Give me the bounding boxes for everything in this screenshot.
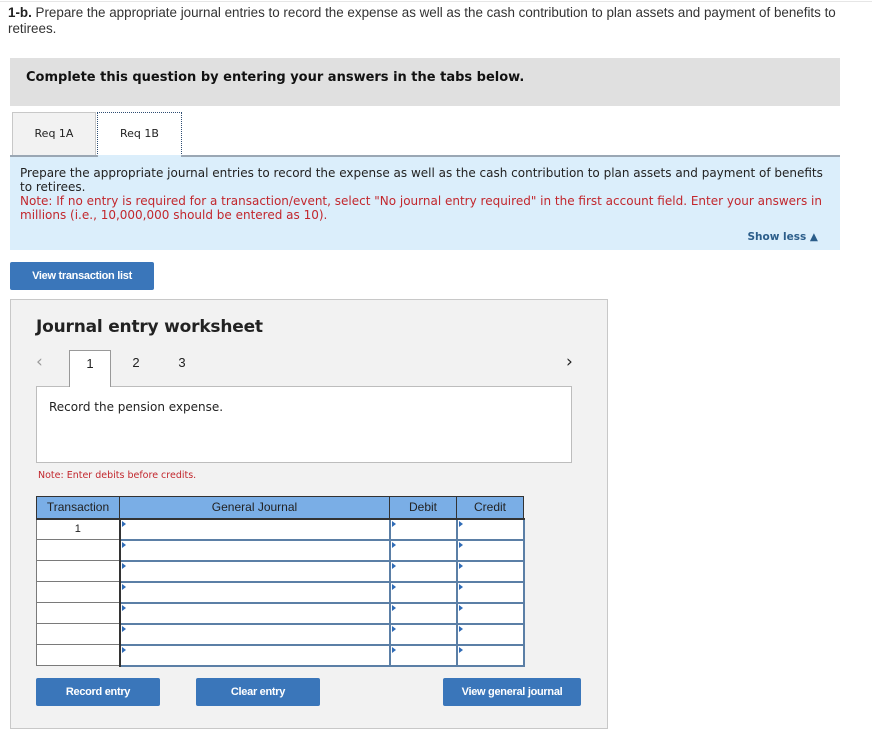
tab-req-1b[interactable]: Req 1B [97, 112, 182, 156]
account-field[interactable] [118, 517, 391, 541]
info-note: Note: If no entry is required for a tran… [20, 194, 822, 222]
account-field[interactable] [118, 643, 391, 667]
info-content: Prepare the appropriate journal entries … [20, 166, 830, 222]
credit-field[interactable] [455, 643, 525, 667]
record-entry-button[interactable]: Record entry [36, 678, 160, 706]
debit-field[interactable] [388, 538, 458, 562]
question-text: Prepare the appropriate journal entries … [8, 5, 836, 36]
table-row [36, 538, 525, 562]
credit-field[interactable] [455, 580, 525, 604]
worksheet-title: Journal entry worksheet [36, 317, 263, 337]
table-row [36, 643, 525, 667]
credit-field[interactable] [455, 622, 525, 646]
chevron-right-icon[interactable]: › [566, 352, 573, 372]
account-field[interactable] [118, 559, 391, 583]
account-field[interactable] [118, 538, 391, 562]
debit-field[interactable] [388, 601, 458, 625]
chevron-left-icon[interactable]: ‹ [36, 352, 43, 372]
debit-field[interactable] [388, 517, 458, 541]
transaction-number [36, 644, 121, 666]
header-general-journal: General Journal [119, 496, 390, 520]
table-row: 1 [36, 517, 525, 541]
table-row [36, 580, 525, 604]
view-general-journal-button[interactable]: View general journal [443, 678, 581, 706]
header-transaction: Transaction [36, 496, 120, 520]
account-field[interactable] [118, 580, 391, 604]
table-row [36, 622, 525, 646]
journal-table: Transaction General Journal Debit Credit… [36, 496, 525, 667]
credit-field[interactable] [455, 559, 525, 583]
transaction-number [36, 539, 121, 561]
page-tab-3[interactable]: 3 [161, 350, 203, 387]
instruction-bar: Complete this question by entering your … [10, 58, 840, 106]
account-field[interactable] [118, 622, 391, 646]
clear-entry-button[interactable]: Clear entry [196, 678, 320, 706]
transaction-number: 1 [36, 518, 121, 540]
instruction-text: Complete this question by entering your … [26, 70, 525, 85]
transaction-number [36, 602, 121, 624]
entry-description: Record the pension expense. [49, 400, 224, 414]
question-prompt: 1-b. Prepare the appropriate journal ent… [8, 5, 838, 37]
top-divider [0, 1, 872, 2]
transaction-number [36, 581, 121, 603]
view-transaction-list-button[interactable]: View transaction list [10, 262, 154, 290]
credit-field[interactable] [455, 517, 525, 541]
table-row [36, 559, 525, 583]
header-credit: Credit [456, 496, 524, 520]
entry-description-box: Record the pension expense. [36, 386, 572, 463]
debits-note: Note: Enter debits before credits. [38, 470, 197, 481]
show-less-link[interactable]: Show less ▲ [747, 231, 818, 243]
transaction-number [36, 623, 121, 645]
table-row [36, 601, 525, 625]
transaction-number [36, 560, 121, 582]
page-tab-1[interactable]: 1 [69, 350, 111, 387]
credit-field[interactable] [455, 538, 525, 562]
question-label: 1-b. [8, 5, 32, 20]
page-tab-2[interactable]: 2 [115, 350, 157, 387]
tab-req-1a[interactable]: Req 1A [12, 112, 96, 156]
account-field[interactable] [118, 601, 391, 625]
info-instruction: Prepare the appropriate journal entries … [20, 166, 823, 194]
debit-field[interactable] [388, 643, 458, 667]
journal-entry-worksheet: Journal entry worksheet ‹ 1 2 3 › Record… [10, 299, 608, 729]
debit-field[interactable] [388, 622, 458, 646]
table-header-row: Transaction General Journal Debit Credit [36, 496, 524, 520]
credit-field[interactable] [455, 601, 525, 625]
header-debit: Debit [389, 496, 457, 520]
debit-field[interactable] [388, 559, 458, 583]
info-panel: Prepare the appropriate journal entries … [10, 157, 840, 250]
debit-field[interactable] [388, 580, 458, 604]
